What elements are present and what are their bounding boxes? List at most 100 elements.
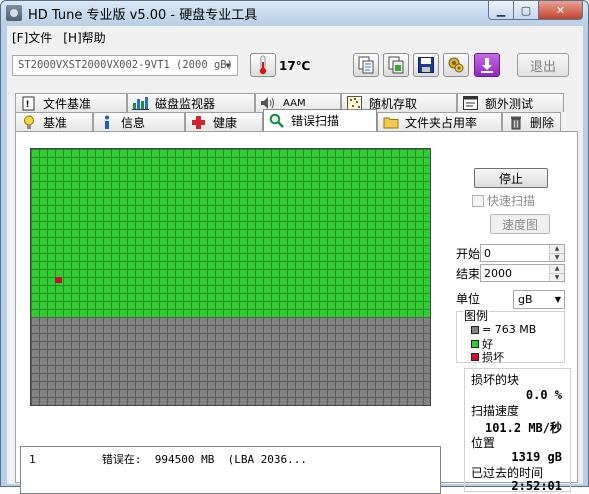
tab-label: 健康: [213, 115, 238, 130]
trash-icon: [507, 115, 524, 130]
log-text: 错误在: 994500 MB (LBA 2036...: [101, 453, 308, 466]
drive-select-value: ST2000VXST2000VX002-9VT1 (2000 gB): [18, 59, 233, 71]
disk-monitor-icon: [132, 96, 149, 111]
scan-speed-value: 101.2 MB/秒: [484, 421, 562, 435]
error-scan-panel: 1 错误在: 994500 MB (LBA 2036... 停止 快速扫描 速度…: [15, 131, 578, 494]
tab-folder-usage[interactable]: 文件夹占用率: [377, 112, 502, 131]
tab-label: 额外测试: [485, 96, 534, 111]
copy-text-icon: [358, 56, 374, 74]
spin-down-icon[interactable]: ▼: [550, 272, 564, 281]
maximize-button[interactable]: ▢: [514, 1, 539, 20]
spin-up-icon[interactable]: ▲: [550, 245, 564, 253]
tab-benchmark[interactable]: 基准: [15, 112, 93, 131]
tab-label: 错误扫描: [291, 114, 340, 128]
client-area: [F]文件 [H]帮助 ST2000VXST2000VX002-9VT1 (20…: [7, 26, 583, 494]
save-icon: [418, 57, 434, 73]
scan-statistics: 损坏的块 0.0 % 扫描速度 101.2 MB/秒 位置 1319 gB 已过…: [464, 368, 571, 493]
copy-screenshot-button[interactable]: [383, 53, 409, 77]
tab-file-benchmark[interactable]: ! 文件基准: [15, 93, 127, 112]
tab-label: 文件夹占用率: [405, 115, 478, 130]
unit-value: gB: [518, 293, 533, 306]
tab-label: 删除: [530, 115, 555, 130]
window-title: HD Tune 专业版 v5.00 - 硬盘专业工具: [28, 8, 258, 23]
legend-item-block-size: = 763 MB: [471, 323, 536, 336]
tab-error-scan[interactable]: 错误扫描: [263, 109, 377, 131]
green-swatch: [471, 340, 479, 348]
chevron-down-icon: ▼: [225, 61, 231, 70]
damaged-block: [55, 277, 62, 283]
minimize-button[interactable]: ▁: [488, 1, 514, 20]
minimize-icon: ▁: [496, 3, 506, 17]
end-spinbox[interactable]: 2000 ▲ ▼: [480, 264, 565, 282]
options-icon: [448, 57, 464, 73]
close-button[interactable]: ✕: [539, 1, 583, 20]
stop-button[interactable]: 停止: [474, 168, 548, 188]
end-label: 结束: [456, 267, 481, 281]
info-icon: [98, 115, 115, 130]
log-index: 1: [29, 453, 36, 466]
file-benchmark-icon: !: [20, 96, 37, 111]
spin-down-icon[interactable]: ▼: [550, 252, 564, 261]
tab-info[interactable]: 信息: [93, 112, 185, 131]
close-icon: ✕: [555, 3, 566, 17]
legend-title: 图例: [463, 309, 490, 323]
log-entry: 1 错误在: 994500 MB (LBA 2036...: [29, 451, 307, 467]
end-value: 2000: [484, 267, 512, 280]
folder-icon: [382, 115, 399, 130]
tab-label: 基准: [43, 115, 68, 130]
scan-speed-label: 扫描速度: [471, 404, 520, 418]
start-label: 开始: [456, 247, 481, 261]
copy-text-button[interactable]: [353, 53, 379, 77]
tabs-row-2: 基准 信息 健康 错误扫描 文件夹占用率 删除: [15, 109, 561, 131]
tab-label: 信息: [121, 115, 146, 130]
scanned-good-blocks: [31, 149, 430, 317]
exit-button[interactable]: 退出: [517, 53, 569, 77]
red-swatch: [471, 353, 479, 361]
tab-label: 文件基准: [43, 96, 92, 111]
position-value: 1319 gB: [511, 450, 562, 464]
menu-bar: [F]文件 [H]帮助: [7, 26, 583, 46]
app-window: HD Tune 专业版 v5.00 - 硬盘专业工具 ▁ ▢ ✕ [F]文件 […: [0, 0, 589, 494]
health-cross-icon: [190, 115, 207, 130]
unit-label: 单位: [456, 292, 481, 306]
quick-scan-checkbox[interactable]: 快速扫描: [472, 192, 535, 209]
damaged-blocks-value: 0.0 %: [525, 388, 562, 402]
tab-health[interactable]: 健康: [185, 112, 263, 131]
svg-text:!: !: [26, 100, 30, 110]
tab-extra-tests[interactable]: 额外测试: [457, 93, 564, 112]
tab-label: AAM: [283, 97, 306, 109]
app-icon: [6, 5, 22, 21]
tab-disk-monitor[interactable]: 磁盘监视器: [127, 93, 255, 112]
tab-label: 磁盘监视器: [155, 96, 216, 111]
quick-scan-label: 快速扫描: [487, 194, 536, 208]
position-label: 位置: [471, 436, 496, 450]
menu-help[interactable]: [H]帮助: [58, 26, 111, 46]
temperature-button[interactable]: [250, 53, 276, 77]
menu-file[interactable]: [F]文件: [7, 26, 58, 46]
maximize-icon: ▢: [520, 3, 532, 17]
start-spinbox[interactable]: 0 ▲ ▼: [480, 244, 565, 262]
save-button[interactable]: [413, 53, 439, 77]
magnifier-icon: [268, 113, 285, 128]
unit-select[interactable]: gB ▼: [513, 290, 565, 309]
legend-item-damaged: 损坏: [471, 349, 504, 365]
copy-screenshot-icon: [388, 56, 404, 74]
extra-tests-icon: [462, 96, 479, 111]
tab-erase[interactable]: 删除: [502, 112, 561, 131]
block-map: [30, 148, 431, 406]
download-button[interactable]: [474, 53, 500, 77]
drive-select[interactable]: ST2000VXST2000VX002-9VT1 (2000 gB) ▼: [12, 55, 238, 76]
title-bar[interactable]: HD Tune 专业版 v5.00 - 硬盘专业工具 ▁ ▢ ✕: [1, 1, 588, 25]
temperature-value: 17℃: [279, 59, 311, 73]
speed-map-button[interactable]: 速度图: [490, 214, 550, 234]
checkbox-box: [472, 194, 484, 207]
options-button[interactable]: [443, 53, 469, 77]
pending-blocks: [31, 317, 430, 405]
lightbulb-icon: [20, 115, 37, 130]
chevron-down-icon: ▼: [554, 295, 561, 304]
damaged-blocks-label: 损坏的块: [471, 373, 520, 387]
toolbar: ST2000VXST2000VX002-9VT1 (2000 gB) ▼ 17℃: [7, 48, 583, 88]
legend-bad-text: 损坏: [482, 351, 504, 364]
spin-up-icon[interactable]: ▲: [550, 265, 564, 273]
legend-block-text: = 763 MB: [482, 323, 537, 336]
